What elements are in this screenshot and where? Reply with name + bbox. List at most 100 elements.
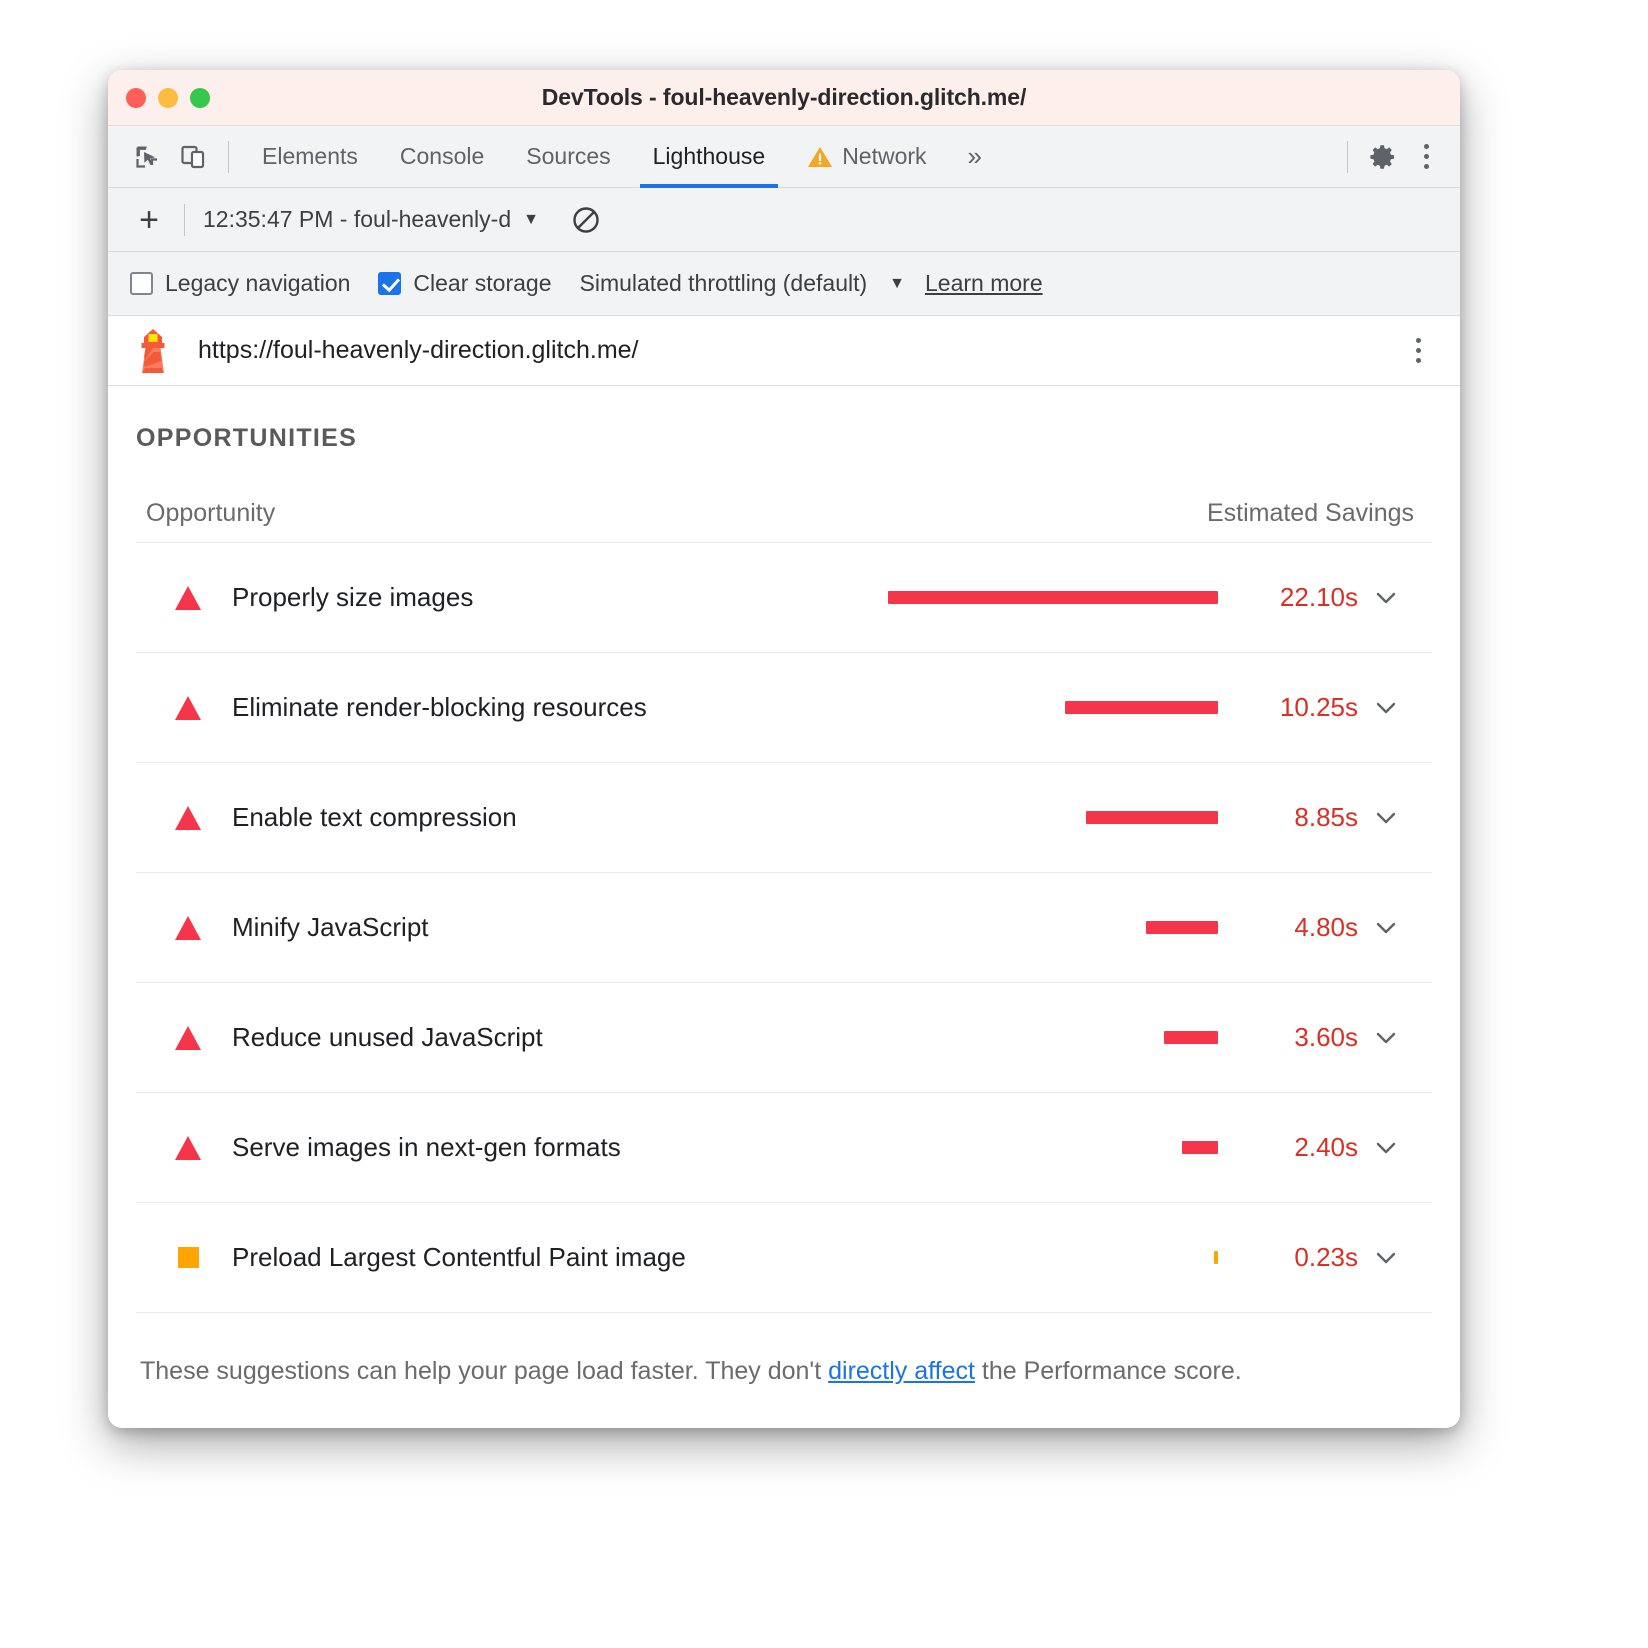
lighthouse-icon — [132, 327, 174, 375]
tab-network[interactable]: Network — [786, 126, 947, 188]
savings-value: 0.23s — [1228, 1242, 1358, 1273]
traffic-lights — [126, 88, 210, 108]
opportunities-section-title: OPPORTUNITIES — [136, 386, 1432, 453]
report-url-header: https://foul-heavenly-direction.glitch.m… — [108, 316, 1460, 386]
savings-bar-track — [868, 1251, 1228, 1264]
column-header-estimated-savings: Estimated Savings — [1207, 499, 1414, 528]
savings-bar-track — [868, 1031, 1228, 1044]
devtools-tabbar: Elements Console Sources Lighthouse — [108, 126, 1460, 188]
error-triangle-glyph — [175, 586, 201, 610]
maximize-window-button[interactable] — [190, 88, 210, 108]
throttling-dropdown[interactable]: Simulated throttling (default) ▼ — [580, 270, 906, 297]
toolbar-divider — [228, 141, 229, 173]
close-window-button[interactable] — [126, 88, 146, 108]
legacy-navigation-label: Legacy navigation — [165, 270, 350, 297]
savings-bar — [1214, 1251, 1218, 1264]
tab-lighthouse[interactable]: Lighthouse — [632, 126, 787, 188]
opportunity-title: Minify JavaScript — [232, 912, 429, 943]
red-triangle-icon — [172, 696, 204, 720]
opportunities-table: Opportunity Estimated Savings Properly s… — [136, 499, 1432, 1313]
footer-text-after: the Performance score. — [975, 1357, 1242, 1385]
error-triangle-glyph — [175, 1026, 201, 1050]
table-row[interactable]: Eliminate render-blocking resources10.25… — [136, 653, 1432, 763]
window-titlebar: DevTools - foul-heavenly-direction.glitc… — [108, 70, 1460, 126]
inspect-cursor-icon[interactable] — [124, 134, 170, 180]
tab-elements[interactable]: Elements — [241, 126, 379, 188]
opportunities-table-header: Opportunity Estimated Savings — [136, 499, 1432, 543]
table-row[interactable]: Reduce unused JavaScript 3.60s — [136, 983, 1432, 1093]
chevron-down-icon[interactable] — [1358, 583, 1414, 613]
report-selector-dropdown[interactable]: 12:35:47 PM - foul-heavenly-d ▼ — [203, 206, 539, 233]
savings-bar-track — [868, 1141, 1228, 1154]
savings-bar-track — [868, 921, 1228, 934]
savings-bar-track — [868, 591, 1228, 604]
lighthouse-toolbar: + 12:35:47 PM - foul-heavenly-d ▼ — [108, 188, 1460, 252]
lighthouse-report-body: OPPORTUNITIES Opportunity Estimated Savi… — [108, 386, 1460, 1386]
gear-icon[interactable] — [1360, 134, 1406, 180]
savings-value: 8.85s — [1228, 802, 1358, 833]
tab-label: Sources — [526, 143, 610, 170]
opportunities-footer-note: These suggestions can help your page loa… — [136, 1313, 1432, 1386]
error-triangle-glyph — [175, 1136, 201, 1160]
chevron-down-icon[interactable] — [1358, 693, 1414, 723]
device-toolbar-icon[interactable] — [170, 134, 216, 180]
table-row[interactable]: Preload Largest Contentful Paint image0.… — [136, 1203, 1432, 1313]
toolbar-divider-2 — [184, 204, 185, 236]
clear-reports-button[interactable] — [561, 197, 611, 243]
table-row[interactable]: Serve images in next-gen formats2.40s — [136, 1093, 1432, 1203]
chevron-down-icon: ▼ — [523, 211, 539, 229]
clear-storage-option[interactable]: Clear storage — [378, 270, 551, 297]
error-triangle-glyph — [175, 696, 201, 720]
table-row[interactable]: Enable text compression 8.85s — [136, 763, 1432, 873]
warning-square-glyph — [178, 1247, 199, 1268]
devtools-window: DevTools - foul-heavenly-direction.glitc… — [108, 70, 1460, 1428]
savings-value: 22.10s — [1228, 582, 1358, 613]
tabs-overflow-button[interactable]: » — [948, 126, 1002, 188]
tab-sources[interactable]: Sources — [505, 126, 631, 188]
window-title: DevTools - foul-heavenly-direction.glitc… — [108, 84, 1460, 111]
chevron-down-icon[interactable] — [1358, 803, 1414, 833]
orange-square-icon — [172, 1247, 204, 1268]
tab-label: Network — [842, 143, 926, 170]
clear-storage-label: Clear storage — [413, 270, 551, 297]
error-triangle-glyph — [175, 806, 201, 830]
red-triangle-icon — [172, 586, 204, 610]
legacy-navigation-option[interactable]: Legacy navigation — [130, 270, 350, 297]
tabbar-right-controls — [1335, 134, 1460, 180]
tab-console[interactable]: Console — [379, 126, 505, 188]
tab-label: Elements — [262, 143, 358, 170]
red-triangle-icon — [172, 806, 204, 830]
table-row[interactable]: Properly size images22.10s — [136, 543, 1432, 653]
new-report-button[interactable]: + — [126, 197, 172, 243]
clear-prohibited-icon — [570, 204, 602, 236]
chevron-down-icon[interactable] — [1358, 1133, 1414, 1163]
opportunity-title: Enable text compression — [232, 802, 517, 833]
learn-more-link[interactable]: Learn more — [925, 270, 1043, 297]
savings-value: 4.80s — [1228, 912, 1358, 943]
savings-bar — [1065, 701, 1218, 714]
opportunity-title: Reduce unused JavaScript — [232, 1022, 543, 1053]
table-row[interactable]: Minify JavaScript 4.80s — [136, 873, 1432, 983]
savings-bar — [888, 591, 1218, 604]
directly-affect-link[interactable]: directly affect — [828, 1357, 975, 1385]
report-selector-label: 12:35:47 PM - foul-heavenly-d — [203, 206, 511, 233]
savings-value: 10.25s — [1228, 692, 1358, 723]
opportunity-title: Serve images in next-gen formats — [232, 1132, 621, 1163]
legacy-navigation-checkbox[interactable] — [130, 272, 153, 295]
lighthouse-options-row: Legacy navigation Clear storage Simulate… — [108, 252, 1460, 316]
savings-bar — [1182, 1141, 1218, 1154]
savings-value: 3.60s — [1228, 1022, 1358, 1053]
audited-url: https://foul-heavenly-direction.glitch.m… — [198, 336, 639, 365]
opportunities-rows: Properly size images22.10sEliminate rend… — [136, 543, 1432, 1313]
clear-storage-checkbox[interactable] — [378, 272, 401, 295]
warning-triangle-icon — [807, 145, 833, 169]
report-menu-icon[interactable] — [1398, 328, 1438, 374]
throttling-label: Simulated throttling (default) — [580, 270, 868, 297]
chevron-down-icon[interactable] — [1358, 1023, 1414, 1053]
minimize-window-button[interactable] — [158, 88, 178, 108]
savings-bar — [1146, 921, 1218, 934]
chevron-down-icon[interactable] — [1358, 913, 1414, 943]
savings-bar-track — [868, 701, 1228, 714]
chevron-down-icon[interactable] — [1358, 1243, 1414, 1273]
devtools-menu-icon[interactable] — [1406, 134, 1446, 180]
